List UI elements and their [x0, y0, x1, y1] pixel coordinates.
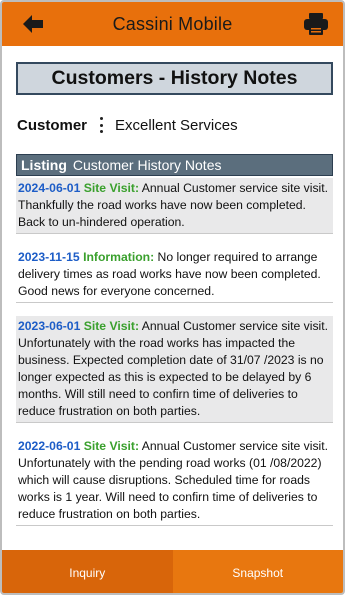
history-note[interactable]: 2022-06-01 Site Visit: Annual Customer s… — [16, 436, 333, 526]
customer-name: Excellent Services — [115, 116, 238, 134]
note-date: 2023-11-15 — [18, 250, 80, 264]
note-type: Site Visit: — [83, 319, 140, 333]
top-bar: Cassini Mobile — [2, 2, 343, 46]
history-note[interactable]: 2024-06-01 Site Visit: Annual Customer s… — [16, 178, 333, 234]
note-type: Site Visit: — [83, 439, 140, 453]
note-type: Information: — [83, 250, 155, 264]
history-notes-list: 2024-06-01 Site Visit: Annual Customer s… — [16, 178, 333, 539]
app-frame: Cassini Mobile Customers - History Notes… — [0, 0, 345, 595]
tab-inquiry[interactable]: Inquiry — [2, 550, 173, 593]
listing-header: Listing Customer History Notes — [16, 154, 333, 176]
note-date: 2024-06-01 — [18, 181, 81, 195]
kebab-menu-icon[interactable] — [97, 115, 105, 135]
printer-icon[interactable] — [303, 12, 329, 36]
listing-label: Listing — [21, 157, 67, 173]
note-date: 2023-06-01 — [18, 319, 81, 333]
history-note[interactable]: 2023-06-01 Site Visit: Annual Customer s… — [16, 316, 333, 423]
note-date: 2022-06-01 — [18, 439, 81, 453]
customer-label: Customer — [17, 116, 88, 134]
page-title: Customers - History Notes — [16, 62, 333, 95]
bottom-tab-bar: Inquiry Snapshot — [2, 550, 343, 593]
history-note[interactable]: 2023-11-15 Information: No longer requir… — [16, 247, 333, 303]
tab-snapshot[interactable]: Snapshot — [172, 550, 343, 593]
note-text: Annual Customer service site visit. Unfo… — [18, 319, 329, 418]
app-title: Cassini Mobile — [112, 13, 233, 34]
listing-title: Customer History Notes — [72, 157, 222, 173]
arrow-left-icon[interactable] — [22, 14, 44, 34]
note-type: Site Visit: — [83, 181, 140, 195]
customer-row: Customer Excellent Services — [17, 114, 238, 136]
